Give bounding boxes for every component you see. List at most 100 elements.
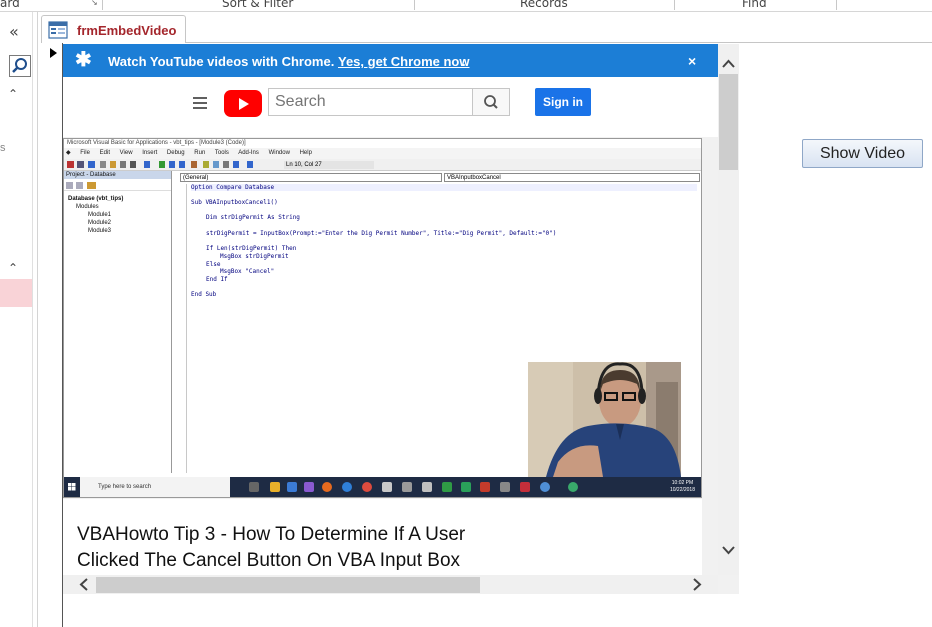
taskbar-app-icon: [480, 482, 490, 492]
vba-project-tree: Database (vbt_tips) Modules Module1 Modu…: [64, 195, 171, 235]
taskbar-search: Type here to search: [80, 477, 230, 497]
horizontal-scroll-thumb[interactable]: [96, 577, 480, 593]
chrome-promo-message: Watch YouTube videos with Chrome.: [108, 54, 335, 69]
taskbar-date: 10/22/2018: [669, 487, 695, 493]
tab-label: frmEmbedVideo: [77, 23, 177, 38]
nav-group-collapse-icon[interactable]: ⌃: [8, 262, 18, 274]
video-title[interactable]: VBAHowto Tip 3 - How To Determine If A U…: [77, 522, 677, 574]
show-video-button[interactable]: Show Video: [802, 139, 923, 168]
nav-group-collapse-icon[interactable]: ⌃: [8, 88, 18, 100]
close-icon[interactable]: ×: [688, 53, 696, 69]
nav-pane-selected-item[interactable]: [0, 279, 32, 307]
youtube-search-button[interactable]: [473, 88, 510, 116]
scroll-left-icon[interactable]: [77, 577, 92, 592]
ribbon-group-records: Records: [520, 0, 568, 10]
tree-module2: Module2: [88, 220, 112, 226]
ribbon-separator: [836, 0, 837, 10]
vba-project-pane: Project - Database Database (vbt_tips) M…: [64, 171, 172, 473]
taskbar-app-icon: [342, 482, 352, 492]
youtube-search-input[interactable]: [268, 88, 473, 116]
webcam-overlay-image: [528, 362, 681, 477]
taskbar-app-icon: [500, 482, 510, 492]
taskbar-app-icon: [270, 482, 280, 492]
vba-window-title: Microsoft Visual Basic for Applications …: [64, 139, 701, 147]
nav-pane-search-icon[interactable]: [9, 55, 31, 77]
vba-project-title: Project - Database: [64, 171, 171, 179]
nav-pane-divider: [32, 12, 33, 627]
vba-menu-edit: Edit: [99, 150, 110, 156]
clipboard-launcher-icon[interactable]: ↘: [91, 0, 98, 7]
vertical-scroll-thumb[interactable]: [719, 74, 738, 170]
web-browser-control[interactable]: ✱ Watch YouTube videos with Chrome. Yes,…: [63, 44, 739, 594]
youtube-logo-icon[interactable]: [224, 90, 262, 117]
ribbon-group-sort-filter: Sort & Filter: [222, 0, 294, 10]
ribbon-group-find: Find: [742, 0, 767, 10]
asterisk-icon: ✱: [75, 49, 92, 71]
taskbar-app-icon: [402, 482, 412, 492]
taskbar-app-icon: [362, 482, 372, 492]
vba-menu-tools: Tools: [214, 150, 229, 156]
vba-object-combo: (General): [180, 173, 442, 182]
vba-menu-bar: ◆ File Edit View Insert Debug Run Tools …: [64, 148, 701, 159]
search-icon: [12, 58, 27, 73]
get-chrome-link[interactable]: Yes, get Chrome now: [338, 54, 469, 69]
browser-horizontal-scrollbar[interactable]: [63, 575, 718, 594]
code-line: End If: [206, 276, 228, 283]
chrome-promo-period: .: [462, 54, 466, 69]
tree-database: Database (vbt_tips): [68, 196, 124, 202]
access-window: ard ↘ Sort & Filter Records Find « ⌃ s ⌃: [0, 0, 932, 627]
nav-pane-collapse-icon[interactable]: «: [9, 24, 19, 40]
scroll-right-icon[interactable]: [689, 577, 704, 592]
vba-code-combos: (General) VBAInputboxCancel: [176, 173, 701, 183]
sign-in-button[interactable]: Sign in: [535, 88, 591, 116]
taskbar-clock: 10:02 PM 10/22/2018: [670, 480, 695, 494]
vba-toolbar: Ln 10, Col 27: [64, 159, 701, 171]
windows-taskbar: Type here to search 10:02 PM 10/22/2018: [64, 477, 701, 497]
vba-menu-run: Run: [194, 150, 206, 156]
vba-menu-file: File: [80, 150, 90, 156]
video-title-line: Clicked The Cancel Button On VBA Input B…: [77, 550, 461, 571]
taskbar-time: 10:02 PM: [671, 480, 694, 486]
code-line: If Len(strDigPermit) Then: [206, 245, 297, 252]
taskbar-app-icon: [382, 482, 392, 492]
taskbar-app-icon: [422, 482, 432, 492]
scroll-up-icon[interactable]: [721, 56, 736, 71]
tree-modules: Modules: [76, 204, 99, 210]
taskbar-app-icon: [304, 482, 314, 492]
taskbar-app-icon: [568, 482, 578, 492]
browser-vertical-scrollbar[interactable]: [718, 44, 739, 575]
code-line: Option Compare Database: [191, 184, 697, 191]
scroll-down-icon[interactable]: [721, 543, 736, 558]
vba-cursor-position: Ln 10, Col 27: [284, 161, 374, 169]
ribbon-group-clipboard: ard: [0, 0, 20, 10]
vba-menu-help: Help: [299, 150, 312, 156]
code-line: Sub VBAInputboxCancel1(): [191, 199, 278, 206]
code-line: MsgBox "Cancel": [220, 268, 275, 275]
vba-menu-window: Window: [268, 150, 290, 156]
ribbon-separator: [674, 0, 675, 10]
taskbar-app-icon: [461, 482, 471, 492]
taskbar-app-icon: [249, 482, 259, 492]
record-selector-icon[interactable]: [50, 48, 57, 58]
chrome-promo-banner: ✱ Watch YouTube videos with Chrome. Yes,…: [63, 44, 718, 77]
video-player[interactable]: Microsoft Visual Basic for Applications …: [63, 138, 702, 498]
hamburger-menu-icon[interactable]: [193, 97, 207, 109]
taskbar-app-icon: [442, 482, 452, 492]
taskbar-app-icon: [322, 482, 332, 492]
ribbon-group-labels: ard ↘ Sort & Filter Records Find: [0, 0, 932, 12]
vba-project-tools: [64, 179, 171, 191]
ribbon-separator: [414, 0, 415, 10]
vba-menu-addins: Add-Ins: [238, 150, 259, 156]
tab-baseline: [186, 42, 932, 43]
taskbar-app-icon: [540, 482, 550, 492]
form-icon: [48, 21, 68, 44]
code-line: Dim strDigPermit As String: [206, 214, 300, 221]
tree-module3: Module3: [88, 228, 112, 234]
tab-frmEmbedVideo[interactable]: frmEmbedVideo: [41, 15, 186, 43]
code-line: strDigPermit = InputBox(Prompt:="Enter t…: [206, 230, 557, 237]
taskbar-app-icon: [520, 482, 530, 492]
ribbon-separator: [102, 0, 103, 10]
code-line: MsgBox strDigPermit: [220, 253, 289, 260]
code-line: End Sub: [191, 291, 217, 298]
youtube-header: Sign in: [63, 77, 718, 137]
